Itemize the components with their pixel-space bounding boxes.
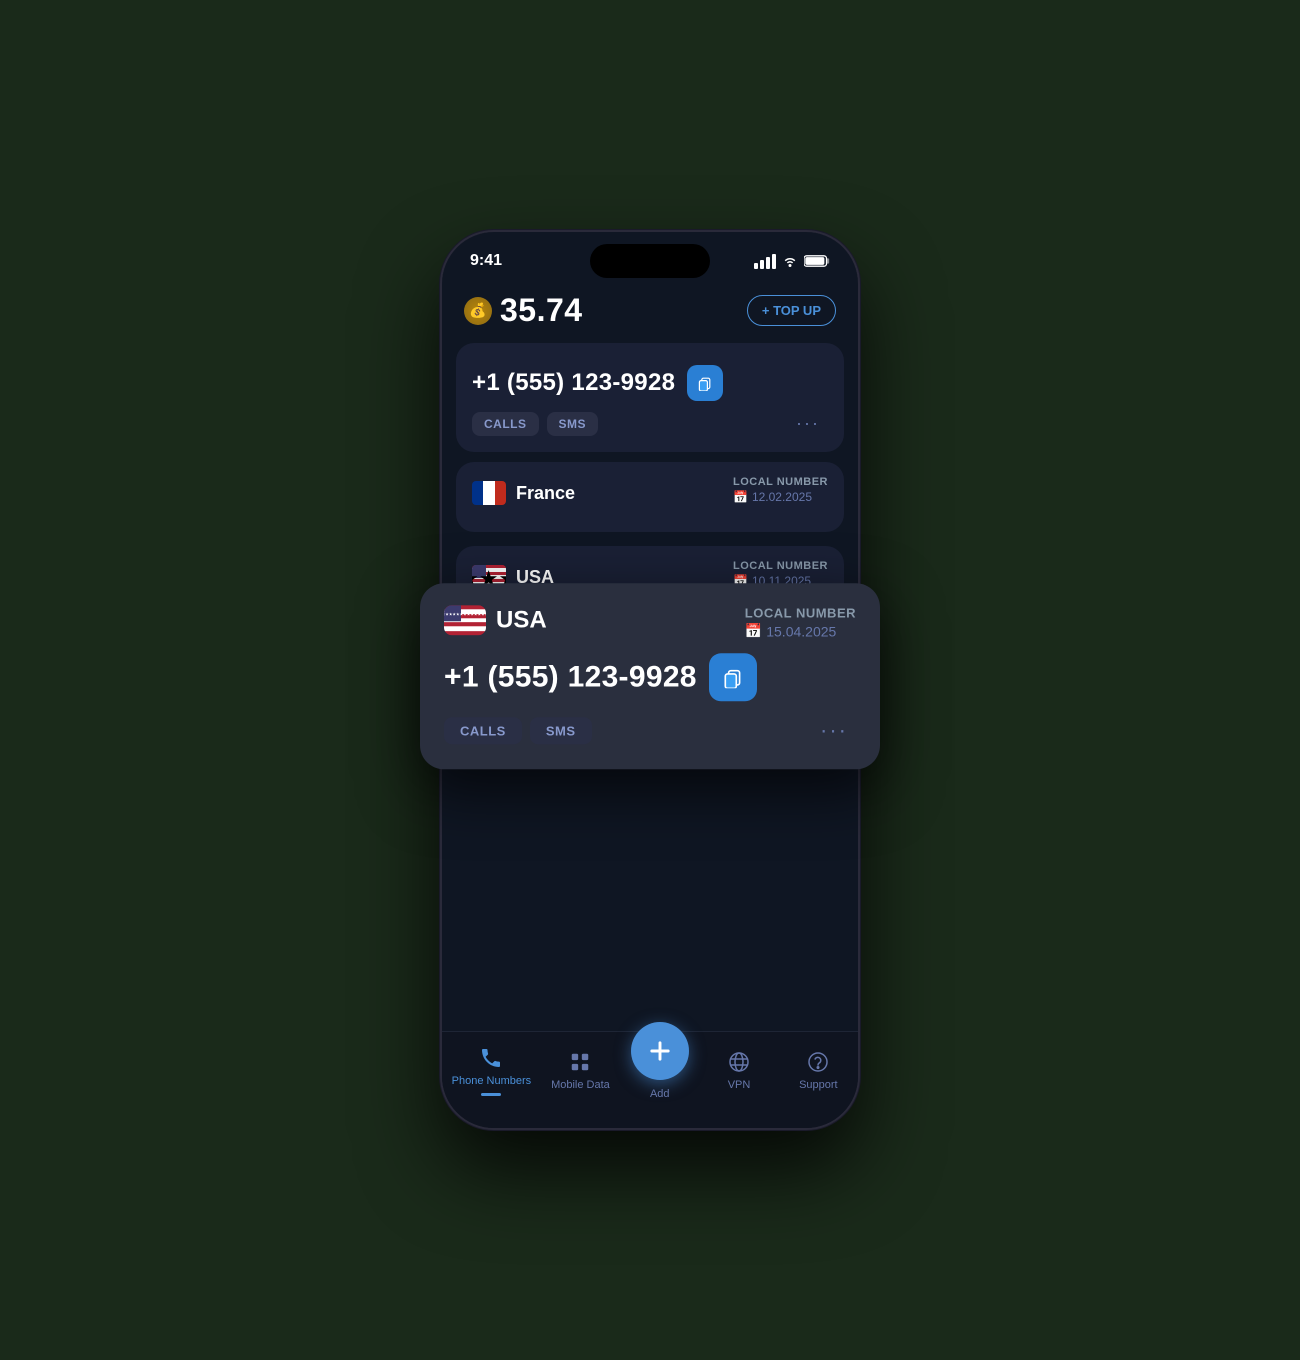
vpn-icon — [726, 1049, 752, 1075]
usa-bottom-local-label: LOCAL NUMBER — [733, 560, 828, 572]
status-time: 9:41 — [470, 252, 502, 270]
france-local-label: LOCAL NUMBER — [733, 476, 828, 488]
floating-card-usa: ★★★★★★★★★★★★★★★★★★★★★★★★★★★★★★★★★★★★★★★★… — [420, 583, 880, 769]
tab-vpn[interactable]: VPN — [709, 1049, 769, 1091]
phone-numbers-icon — [478, 1045, 504, 1071]
tag-calls-top: CALLS — [472, 412, 539, 436]
phone-row-top: +1 (555) 123-9928 — [472, 365, 828, 401]
floating-country-row: ★★★★★★★★★★★★★★★★★★★★★★★★★★★★★★★★★★★★★★★★… — [444, 605, 547, 635]
app-scene: 9:41 — [390, 130, 910, 1230]
app-header: 💰 35.74 + TOP UP — [442, 282, 858, 343]
floating-card-footer: CALLS SMS ··· — [444, 713, 856, 747]
tab-phone-numbers-label: Phone Numbers — [452, 1075, 532, 1087]
france-card-header: France LOCAL NUMBER 📅 12.02.2025 — [472, 476, 828, 510]
tags-top: CALLS SMS — [472, 412, 598, 436]
copy-button-top[interactable] — [687, 365, 723, 401]
balance-amount: 35.74 — [500, 292, 583, 329]
floating-country-name: USA — [496, 606, 547, 634]
floating-expiry: 📅 15.04.2025 — [745, 622, 856, 639]
more-button-top[interactable]: ··· — [788, 409, 828, 438]
balance-icon: 💰 — [464, 297, 492, 325]
tab-mobile-data[interactable]: Mobile Data — [550, 1049, 610, 1091]
copy-button-floating[interactable] — [709, 653, 757, 701]
more-button-floating[interactable]: ··· — [812, 713, 856, 747]
france-expiry: 📅 12.02.2025 — [733, 490, 828, 504]
support-icon — [805, 1049, 831, 1075]
floating-local-label: LOCAL NUMBER — [745, 605, 856, 620]
card-footer-top: CALLS SMS ··· — [472, 409, 828, 438]
tab-support[interactable]: Support — [788, 1049, 848, 1091]
wifi-icon — [782, 255, 798, 267]
dynamic-island — [590, 244, 710, 278]
tab-vpn-label: VPN — [728, 1079, 751, 1091]
balance-area: 💰 35.74 — [464, 292, 583, 329]
tab-phone-numbers[interactable]: Phone Numbers — [452, 1045, 532, 1096]
phone-number-top: +1 (555) 123-9928 — [472, 369, 675, 397]
plus-icon — [646, 1037, 674, 1065]
france-country-row: France — [472, 476, 575, 510]
france-flag — [472, 476, 506, 510]
tab-active-indicator — [481, 1093, 501, 1096]
france-number-info: LOCAL NUMBER 📅 12.02.2025 — [733, 476, 828, 504]
floating-phone-number: +1 (555) 123-9928 — [444, 660, 697, 694]
top-up-button[interactable]: + TOP UP — [747, 295, 836, 326]
tab-add-label: Add — [650, 1088, 670, 1100]
add-fab-button[interactable] — [631, 1022, 689, 1080]
tab-support-label: Support — [799, 1079, 838, 1091]
floating-phone-row: +1 (555) 123-9928 — [444, 653, 856, 701]
floating-tag-sms: SMS — [530, 717, 592, 744]
battery-icon — [804, 254, 830, 268]
card-france: France LOCAL NUMBER 📅 12.02.2025 — [456, 462, 844, 532]
floating-tag-calls: CALLS — [444, 717, 522, 744]
floating-expiry-date: 15.04.2025 — [766, 623, 836, 639]
floating-number-info: LOCAL NUMBER 📅 15.04.2025 — [745, 605, 856, 639]
copy-icon-top — [697, 375, 713, 391]
mobile-data-icon — [567, 1049, 593, 1075]
card-us-top: +1 (555) 123-9928 CALLS SMS — [456, 343, 844, 452]
floating-tags: CALLS SMS — [444, 717, 592, 744]
tag-sms-top: SMS — [547, 412, 599, 436]
france-country-name: France — [516, 483, 575, 504]
signal-bars — [754, 254, 776, 269]
tab-mobile-data-label: Mobile Data — [551, 1079, 610, 1091]
tab-bar: Phone Numbers Mobile Data — [442, 1031, 858, 1128]
status-icons — [754, 254, 830, 269]
tab-add[interactable]: Add — [630, 1040, 690, 1100]
floating-card-header: ★★★★★★★★★★★★★★★★★★★★★★★★★★★★★★★★★★★★★★★★… — [444, 605, 856, 639]
floating-usa-flag: ★★★★★★★★★★★★★★★★★★★★★★★★★★★★★★★★★★★★★★★★… — [444, 605, 486, 635]
copy-icon-floating — [722, 666, 744, 688]
